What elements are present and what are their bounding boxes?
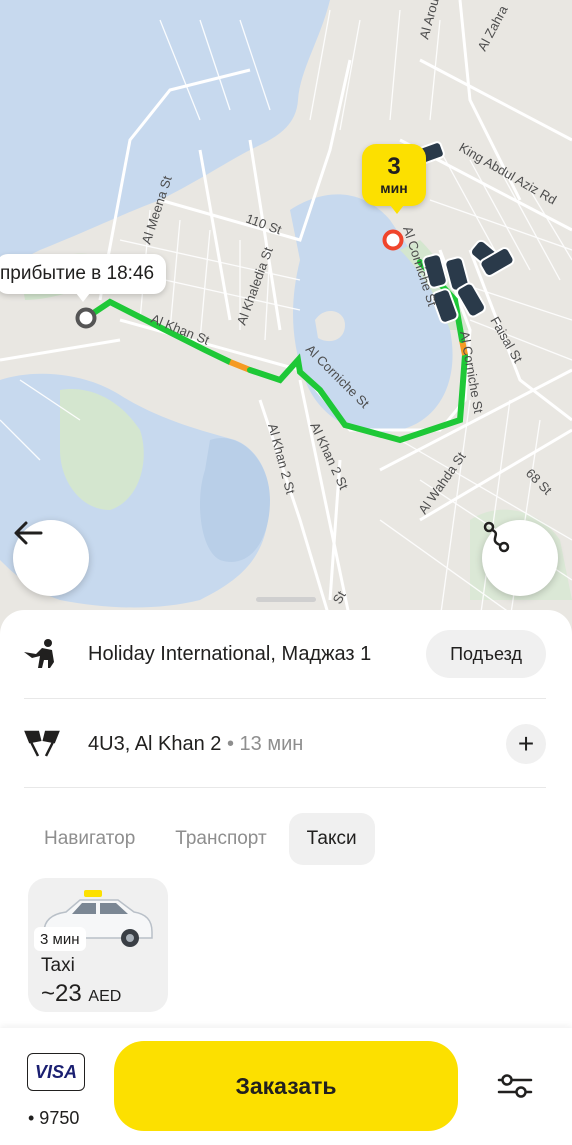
divider [24,787,546,788]
eta-number: 3 [387,153,401,180]
divider [24,698,546,699]
arrow-left-icon [14,521,43,545]
pickup-row[interactable]: Holiday International, Маджаз 1 Подъезд [22,624,546,684]
pickup-eta-bubble: 3 мин [362,144,426,214]
route-overview-button[interactable] [482,520,558,596]
tab-transport[interactable]: Транспорт [157,813,284,865]
route-icon [483,521,510,553]
tariff-name: Taxi [41,955,75,976]
street-label: Al Zahra [474,2,511,53]
pickup-marker [382,229,404,251]
map[interactable]: Al Meena St 110 St Al Khaledia St Al Kha… [0,0,572,640]
card-number[interactable]: • 9750 [28,1108,79,1129]
price-currency: AED [88,988,122,1005]
sliders-icon [497,1074,533,1098]
tariff-price: ~23 AED [41,980,121,1008]
destination-marker [75,307,97,329]
street-label: Al Khan 2 St [307,420,351,492]
person-waving-icon [22,634,72,674]
tab-taxi[interactable]: Такси [288,813,375,865]
order-button[interactable]: Заказать [114,1041,458,1131]
destination-name: 4U3, Al Khan 2 [88,732,222,755]
destination-row[interactable]: 4U3, Al Khan 2 • 13 мин + [22,714,546,774]
entrance-button[interactable]: Подъезд [426,630,546,678]
back-button[interactable] [13,520,89,596]
arrival-time-bubble: прибытие в 18:46 [0,254,167,302]
add-stop-button[interactable]: + [506,724,546,764]
tab-navigator[interactable]: Навигатор [26,813,153,865]
street-label: Al Khan 2 St [265,422,298,496]
mode-tabs: Навигатор Транспорт Такси [26,813,375,865]
destination-address: 4U3, Al Khan 2 • 13 мин [88,733,506,756]
options-button[interactable] [492,1064,538,1108]
eta-unit: мин [380,180,408,196]
pickup-address: Holiday International, Маджаз 1 [88,642,372,665]
visa-card-icon[interactable]: VISA [27,1053,85,1091]
destination-duration: • 13 мин [227,732,304,755]
tariff-eta: 3 мин [34,927,86,951]
street-label: 68 St [523,466,555,498]
price-value: ~23 [41,980,82,1007]
finish-flags-icon [22,724,72,764]
sheet-grabber[interactable] [256,597,316,602]
